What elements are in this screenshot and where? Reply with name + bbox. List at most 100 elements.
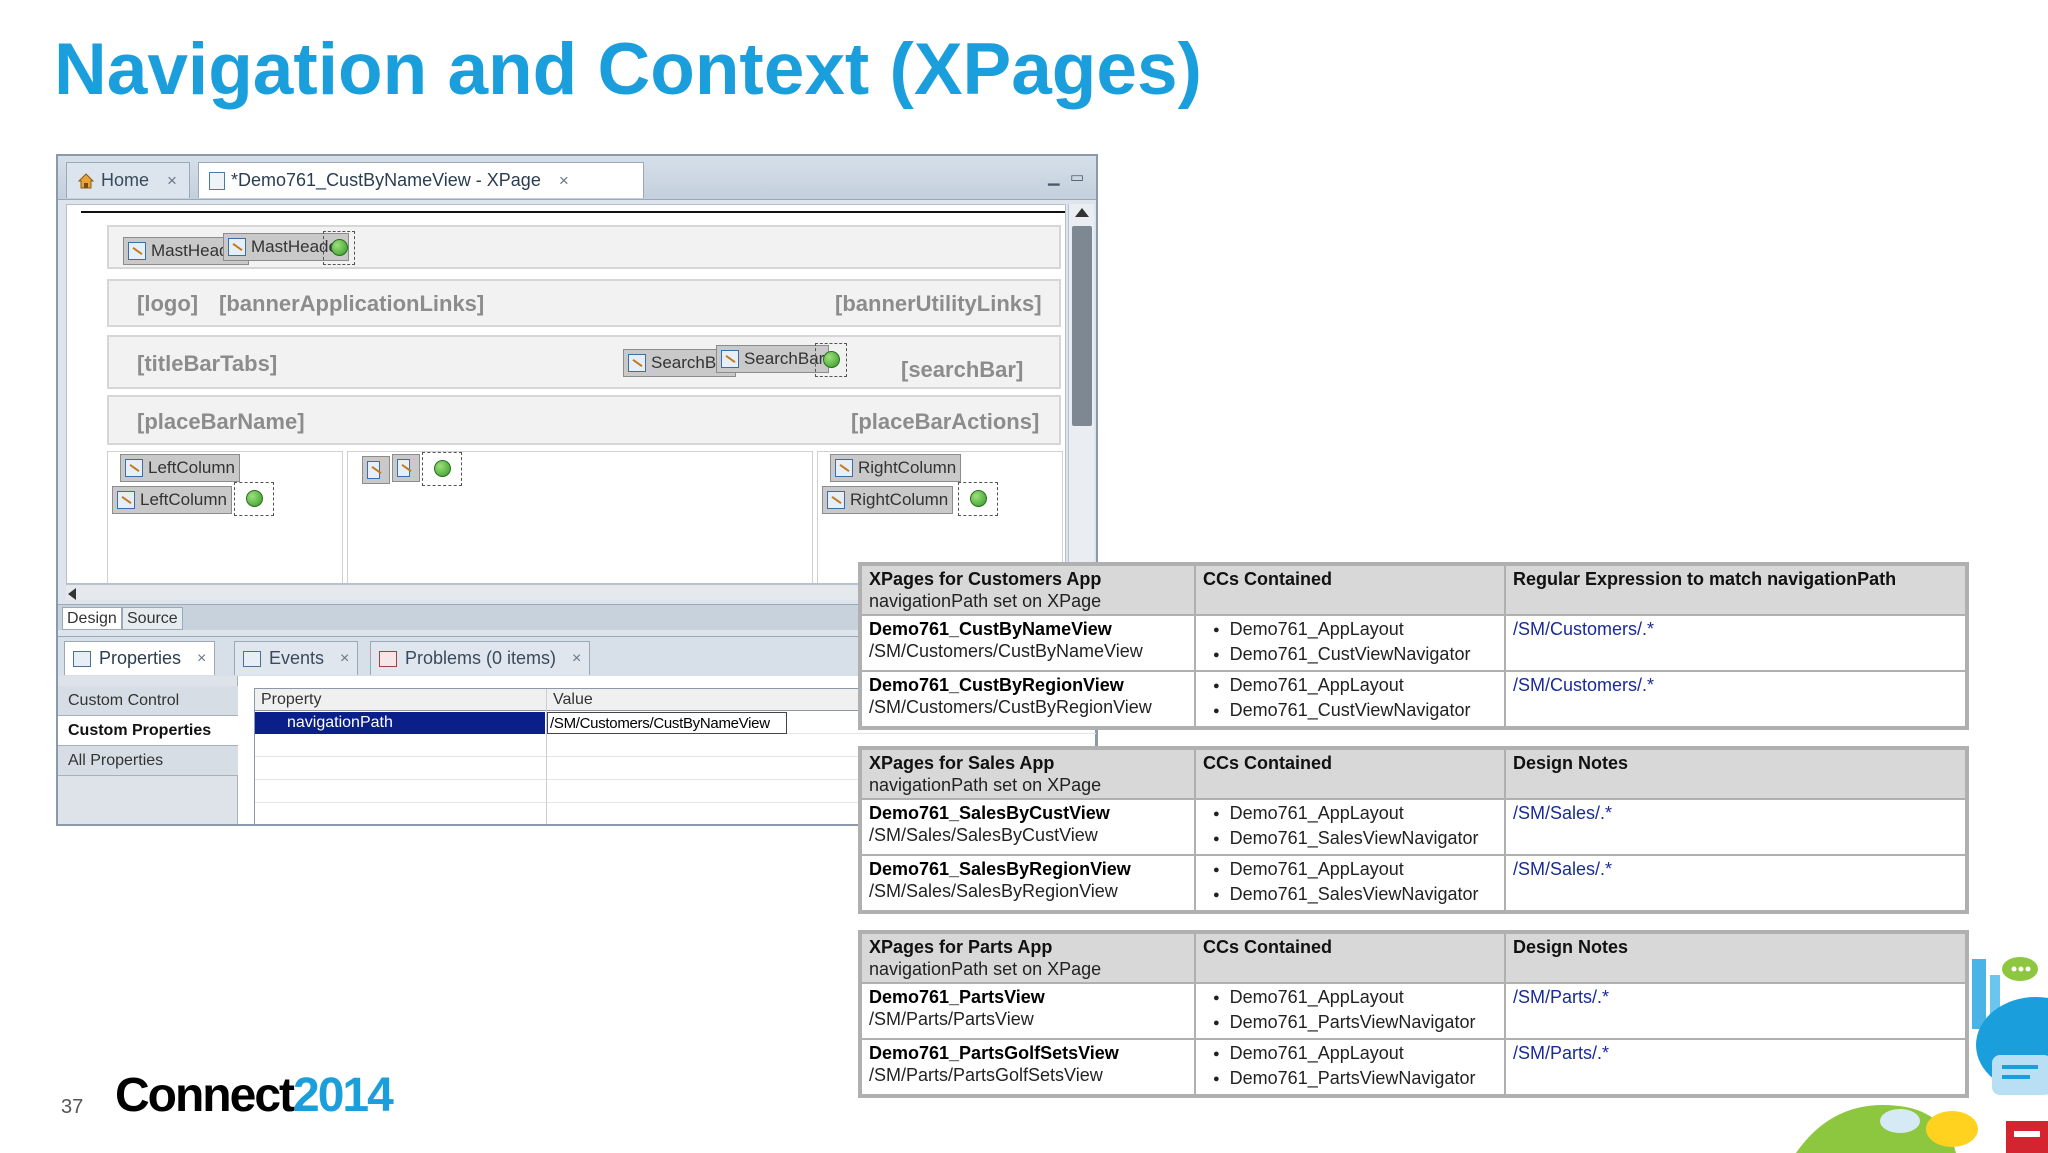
tab-source[interactable]: Source: [122, 607, 183, 630]
content-column-area: [347, 451, 813, 583]
custom-control-icon: [228, 238, 246, 256]
banner-app-links-placeholder: [bannerApplicationLinks]: [219, 291, 485, 316]
custom-control-icon: [367, 461, 380, 479]
page-number: 37: [61, 1096, 84, 1118]
events-icon: [243, 650, 261, 667]
scroll-up-icon[interactable]: [1075, 208, 1089, 217]
custom-control-icon: [628, 354, 646, 372]
tab-problems[interactable]: Problems (0 items) ×: [370, 641, 591, 675]
xpage-name: Demo761_SalesByCustView: [869, 803, 1110, 823]
navigation-path: /SM/Parts/PartsGolfSetsView: [869, 1065, 1103, 1085]
vertical-scrollbar[interactable]: [1068, 204, 1094, 592]
tab-xpage[interactable]: *Demo761_CustByNameView - XPage ×: [198, 162, 644, 198]
list-item: Demo761_AppLayout: [1213, 802, 1497, 827]
property-value-input[interactable]: /SM/Customers/CustByNameView: [547, 712, 787, 734]
close-icon[interactable]: ×: [167, 171, 177, 191]
place-bar-actions-placeholder: [placeBarActions]: [851, 409, 1040, 434]
column-header-property: Property: [255, 689, 547, 711]
content-cc[interactable]: [392, 454, 420, 482]
logo-word: Connect: [115, 1069, 295, 1122]
logo-placeholder: [logo]: [137, 291, 199, 316]
maximize-icon[interactable]: ▭: [1070, 168, 1084, 186]
navigation-path: /SM/Parts/PartsView: [869, 1009, 1034, 1029]
city-illustration-icon: [1796, 957, 2048, 1153]
navigation-path: /SM/Customers/CustByNameView: [869, 641, 1143, 661]
side-item-custom-properties[interactable]: Custom Properties: [58, 716, 238, 746]
close-icon[interactable]: ×: [559, 171, 569, 191]
content-cc[interactable]: [362, 456, 390, 484]
properties-icon: [73, 650, 91, 667]
mast-header-band: MastHeader MastHeader: [107, 225, 1061, 269]
list-item: Demo761_CustViewNavigator: [1213, 643, 1497, 668]
right-column-cc[interactable]: RightColumn: [822, 486, 954, 514]
customers-app-table: XPages for Customers App navigationPath s…: [858, 562, 1969, 730]
place-bar-name-placeholder: [placeBarName]: [137, 409, 305, 434]
list-item: Demo761_AppLayout: [1213, 986, 1497, 1011]
right-column-cc[interactable]: RightColumn: [830, 454, 962, 482]
banner-utility-links-placeholder: [bannerUtilityLinks]: [835, 291, 1042, 316]
table-subtitle: navigationPath set on XPage: [869, 591, 1102, 611]
side-item-custom-control[interactable]: Custom Control: [58, 686, 238, 716]
table-header-row: XPages for Sales App navigationPath set o…: [860, 748, 1967, 800]
regex-value: /SM/Customers/.*: [1513, 675, 1655, 695]
custom-control-icon: [128, 242, 146, 260]
title-bar-band: [titleBarTabs] SearchBar SearchBar [sear…: [107, 335, 1061, 389]
editable-area-dot-icon: [434, 460, 451, 477]
column-divider: [546, 689, 547, 824]
table-row: Demo761_CustByRegionView/SM/Customers/Cu…: [860, 670, 1967, 728]
editor-tab-strip: Home × *Demo761_CustByNameView - XPage ×…: [58, 156, 1096, 200]
navigation-path: /SM/Sales/SalesByRegionView: [869, 881, 1118, 901]
custom-control-icon: [125, 459, 143, 477]
left-column-cc[interactable]: LeftColumn: [112, 486, 232, 514]
close-icon[interactable]: ×: [572, 650, 581, 668]
selection-border: [81, 211, 1065, 213]
tab-events[interactable]: Events ×: [234, 641, 359, 675]
sales-app-table: XPages for Sales App navigationPath set o…: [858, 746, 1969, 914]
logo-year: 2014: [293, 1069, 394, 1122]
xpage-name: Demo761_PartsGolfSetsView: [869, 1043, 1119, 1063]
table-row: Demo761_CustByNameView/SM/Customers/Cust…: [860, 614, 1967, 672]
list-item: Demo761_SalesViewNavigator: [1213, 827, 1497, 852]
custom-control-icon: [117, 491, 135, 509]
regex-value: /SM/Customers/.*: [1513, 619, 1655, 639]
table-title: XPages for Customers App: [869, 569, 1102, 589]
xpage-name: Demo761_CustByNameView: [869, 619, 1112, 639]
list-item: Demo761_AppLayout: [1213, 1042, 1497, 1067]
home-icon: [77, 172, 95, 190]
xpage-name: Demo761_CustByRegionView: [869, 675, 1124, 695]
tab-properties[interactable]: Properties ×: [64, 641, 216, 675]
side-item-all-properties[interactable]: All Properties: [58, 746, 238, 776]
editable-area-dot-icon: [331, 239, 348, 256]
title-bar-tabs-placeholder: [titleBarTabs]: [137, 351, 278, 376]
connect-logo: Connect2014: [115, 1068, 394, 1123]
list-item: Demo761_PartsViewNavigator: [1213, 1011, 1497, 1036]
design-canvas: MastHeader MastHeader [logo] [bannerAppl…: [66, 204, 1066, 584]
left-column-cc[interactable]: LeftColumn: [120, 454, 240, 482]
banner-band: [logo] [bannerApplicationLinks] [bannerU…: [107, 279, 1061, 327]
close-icon[interactable]: ×: [340, 650, 349, 668]
custom-control-icon: [835, 459, 853, 477]
slide-title: Navigation and Context (XPages): [54, 29, 1202, 110]
list-item: Demo761_SalesViewNavigator: [1213, 883, 1497, 908]
design-note: /SM/Sales/.*: [1513, 859, 1613, 879]
property-name-cell[interactable]: navigationPath: [255, 712, 545, 734]
properties-side-nav: Custom Control Custom Properties All Pro…: [58, 676, 238, 824]
left-column-area: LeftColumn LeftColumn: [107, 451, 343, 583]
scroll-left-icon[interactable]: [68, 588, 76, 600]
tab-home-label: Home: [101, 170, 150, 190]
scrollbar-thumb[interactable]: [1072, 226, 1092, 426]
tab-home[interactable]: Home ×: [66, 162, 190, 198]
table-header-row: XPages for Customers App navigationPath s…: [860, 564, 1967, 616]
custom-control-icon: [721, 350, 739, 368]
table-title: XPages for Parts App: [869, 937, 1053, 957]
tab-design[interactable]: Design: [62, 607, 122, 630]
custom-control-icon: [827, 491, 845, 509]
editable-area-dot-icon: [246, 490, 263, 507]
minimize-icon[interactable]: ▁: [1048, 168, 1060, 186]
close-icon[interactable]: ×: [197, 650, 206, 668]
editable-area-dot-icon: [970, 490, 987, 507]
search-bar-cc[interactable]: SearchBar: [716, 345, 830, 373]
list-item: Demo761_CustViewNavigator: [1213, 699, 1497, 724]
xpage-icon: [209, 171, 225, 190]
column-header-regex: Regular Expression to match navigationPa…: [1513, 569, 1897, 589]
